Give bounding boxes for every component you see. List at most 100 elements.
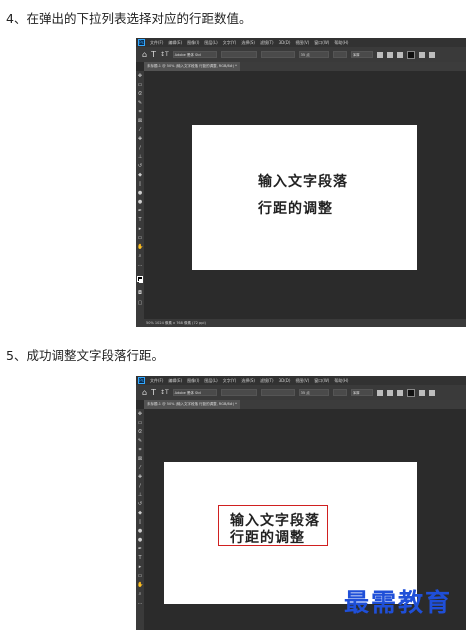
- type-tool-icon[interactable]: T: [151, 389, 156, 397]
- align-right-icon[interactable]: [397, 52, 403, 58]
- crop-icon[interactable]: ⌗: [137, 110, 143, 115]
- panels-icon[interactable]: [429, 390, 435, 396]
- menu-edit[interactable]: 编辑(E): [168, 40, 182, 46]
- marquee-icon[interactable]: ▭: [137, 83, 143, 88]
- menu-type[interactable]: 文字(Y): [223, 40, 237, 46]
- hand-icon[interactable]: ✋: [137, 583, 143, 588]
- menu-help[interactable]: 帮助(H): [334, 378, 348, 384]
- pen-icon[interactable]: ✒: [137, 547, 143, 552]
- menu-view[interactable]: 视图(V): [295, 40, 309, 46]
- leading-select[interactable]: 35 点: [299, 51, 329, 58]
- zoom-icon[interactable]: ⌕: [137, 592, 143, 597]
- type-tool-icon[interactable]: T: [151, 51, 156, 59]
- align-right-icon[interactable]: [397, 390, 403, 396]
- antialias-select[interactable]: 浑厚: [351, 51, 373, 58]
- panels-icon[interactable]: [429, 52, 435, 58]
- font-size-select[interactable]: [261, 51, 295, 58]
- menu-file[interactable]: 文件(F): [150, 40, 163, 46]
- frame-icon[interactable]: ⊠: [137, 457, 143, 462]
- menu-filter[interactable]: 滤镜(T): [260, 40, 274, 46]
- warp-text-icon[interactable]: [419, 52, 425, 58]
- font-size-select[interactable]: [261, 389, 295, 396]
- align-center-icon[interactable]: [387, 52, 393, 58]
- gradient-icon[interactable]: ▯: [137, 182, 143, 187]
- lasso-icon[interactable]: ᘓ: [137, 430, 143, 435]
- history-brush-icon[interactable]: ↺: [137, 502, 143, 507]
- blur-icon[interactable]: ●: [137, 191, 143, 196]
- canvas-text-line-2[interactable]: 行距的调整: [230, 527, 305, 547]
- stamp-icon[interactable]: ⊥: [137, 493, 143, 498]
- menu-type[interactable]: 文字(Y): [223, 378, 237, 384]
- text-color-swatch[interactable]: [407, 51, 415, 59]
- brush-icon[interactable]: ∕: [137, 484, 143, 489]
- gradient-icon[interactable]: ▯: [137, 520, 143, 525]
- antialias-select[interactable]: 浑厚: [351, 389, 373, 396]
- background-color-swatch[interactable]: [139, 279, 143, 283]
- menu-image[interactable]: 图像(I): [187, 378, 199, 384]
- document-canvas[interactable]: 输入文字段落 行距的调整: [192, 125, 417, 270]
- hand-icon[interactable]: ✋: [137, 245, 143, 250]
- leading-select[interactable]: 35 点: [299, 389, 329, 396]
- align-left-icon[interactable]: [377, 52, 383, 58]
- menu-filter[interactable]: 滤镜(T): [260, 378, 274, 384]
- menu-select[interactable]: 选择(S): [241, 378, 255, 384]
- move-icon[interactable]: ✥: [137, 412, 143, 417]
- font-style-select[interactable]: [221, 51, 257, 58]
- home-icon[interactable]: ⌂: [142, 389, 147, 397]
- menu-help[interactable]: 帮助(H): [334, 40, 348, 46]
- marquee-icon[interactable]: ▭: [137, 421, 143, 426]
- canvas-text-line-1[interactable]: 输入文字段落: [258, 171, 348, 191]
- path-select-icon[interactable]: ▸: [137, 227, 143, 232]
- eyedropper-icon[interactable]: ⁄: [137, 466, 143, 471]
- frame-icon[interactable]: ⊠: [137, 119, 143, 124]
- more-icon[interactable]: …: [137, 263, 143, 268]
- menu-view[interactable]: 视图(V): [295, 378, 309, 384]
- quick-mask-icon[interactable]: ◘: [137, 291, 143, 296]
- menu-layer[interactable]: 图层(L): [204, 378, 217, 384]
- history-brush-icon[interactable]: ↺: [137, 164, 143, 169]
- screen-mode-icon[interactable]: ▢: [137, 301, 143, 306]
- menu-file[interactable]: 文件(F): [150, 378, 163, 384]
- rectangle-icon[interactable]: ▭: [137, 236, 143, 241]
- menu-window[interactable]: 窗口(W): [314, 40, 329, 46]
- menu-layer[interactable]: 图层(L): [204, 40, 217, 46]
- menu-image[interactable]: 图像(I): [187, 40, 199, 46]
- healing-icon[interactable]: ✚: [137, 475, 143, 480]
- type-icon[interactable]: T: [137, 556, 143, 561]
- dodge-icon[interactable]: ●: [137, 200, 143, 205]
- crop-icon[interactable]: ⌗: [137, 448, 143, 453]
- more-icon[interactable]: …: [137, 601, 143, 606]
- align-left-icon[interactable]: [377, 390, 383, 396]
- zoom-icon[interactable]: ⌕: [137, 254, 143, 259]
- dodge-icon[interactable]: ●: [137, 538, 143, 543]
- warp-text-icon[interactable]: [419, 390, 425, 396]
- blur-icon[interactable]: ●: [137, 529, 143, 534]
- menu-edit[interactable]: 编辑(E): [168, 378, 182, 384]
- eyedropper-icon[interactable]: ⁄: [137, 128, 143, 133]
- healing-icon[interactable]: ✚: [137, 137, 143, 142]
- orientation-icon[interactable]: ↕T: [160, 51, 169, 59]
- brush-icon[interactable]: ∕: [137, 146, 143, 151]
- font-style-select[interactable]: [221, 389, 257, 396]
- menu-3d[interactable]: 3D(D): [279, 40, 291, 45]
- quick-select-icon[interactable]: ✎: [137, 101, 143, 106]
- path-select-icon[interactable]: ▸: [137, 565, 143, 570]
- document-tab[interactable]: 未标题-1 @ 50% (输入文字段落 行距的调整, RGB/8#) *: [144, 62, 240, 71]
- font-family-select[interactable]: Adobe 黑体 Std: [173, 389, 217, 396]
- lasso-icon[interactable]: ᘓ: [137, 92, 143, 97]
- document-tab[interactable]: 未标题-1 @ 50% (输入文字段落 行距的调整, RGB/8#) *: [144, 400, 240, 409]
- menu-select[interactable]: 选择(S): [241, 40, 255, 46]
- menu-window[interactable]: 窗口(W): [314, 378, 329, 384]
- tracking-select[interactable]: [333, 389, 347, 396]
- move-icon[interactable]: ✥: [137, 74, 143, 79]
- stamp-icon[interactable]: ⊥: [137, 155, 143, 160]
- align-center-icon[interactable]: [387, 390, 393, 396]
- quick-select-icon[interactable]: ✎: [137, 439, 143, 444]
- menu-3d[interactable]: 3D(D): [279, 378, 291, 383]
- rectangle-icon[interactable]: ▭: [137, 574, 143, 579]
- eraser-icon[interactable]: ◆: [137, 173, 143, 178]
- eraser-icon[interactable]: ◆: [137, 511, 143, 516]
- text-color-swatch[interactable]: [407, 389, 415, 397]
- orientation-icon[interactable]: ↕T: [160, 389, 169, 397]
- font-family-select[interactable]: Adobe 黑体 Std: [173, 51, 217, 58]
